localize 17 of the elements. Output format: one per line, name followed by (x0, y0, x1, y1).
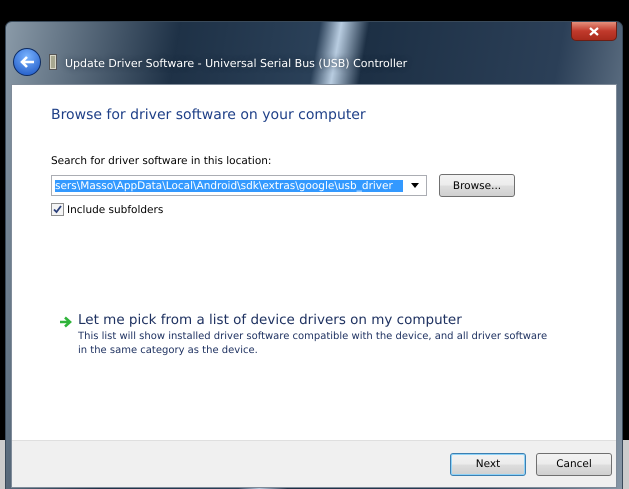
browse-button[interactable]: Browse... (439, 174, 515, 197)
page-heading: Browse for driver software on your computer (51, 107, 367, 123)
location-label: Search for driver software in this location: (51, 155, 272, 167)
pick-driver-link[interactable]: Let me pick from a list of device drivers on my computer (78, 312, 548, 328)
include-subfolders-checkbox[interactable] (51, 203, 64, 216)
include-subfolders-label: Include subfolders (67, 204, 164, 216)
back-arrow-icon (19, 55, 35, 69)
dialog-button[interactable]: Next (450, 452, 526, 476)
dropdown-caret-icon (411, 183, 419, 188)
close-icon (589, 26, 599, 36)
usb-device-icon (49, 54, 57, 70)
arrow-right-icon (59, 316, 72, 328)
window-title: Update Driver Software - Universal Serial Bus (USB) Controller (65, 57, 408, 70)
back-button[interactable] (13, 48, 41, 76)
dialog-button[interactable]: Cancel (536, 452, 612, 476)
close-button[interactable] (571, 22, 617, 41)
pick-driver-description: This list will show installed driver software compatible with the device, and all driver software in the same category as the device. (78, 330, 548, 358)
